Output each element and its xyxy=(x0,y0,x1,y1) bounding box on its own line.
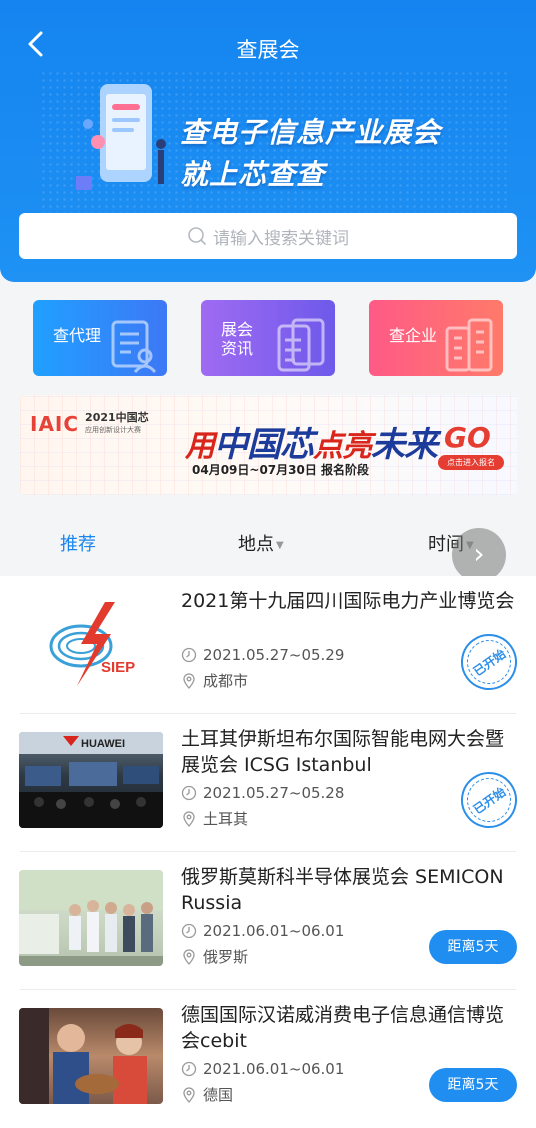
ad-signup-tag[interactable]: 点击进入报名 xyxy=(438,455,504,470)
event-thumbnail xyxy=(19,1008,163,1104)
location-pin-icon xyxy=(183,672,195,689)
event-date: 2021.06.01~06.01 xyxy=(181,922,344,940)
quick-news-label: 展会 资讯 xyxy=(221,320,254,358)
news-document-icon xyxy=(277,318,325,372)
clock-icon xyxy=(181,1061,197,1077)
status-badge: 已开始 xyxy=(450,623,528,701)
tab-recommend[interactable]: 推荐 xyxy=(60,530,96,556)
event-date: 2021.06.01~06.01 xyxy=(181,1060,344,1078)
building-icon xyxy=(445,318,493,372)
event-thumbnail xyxy=(19,870,163,966)
quick-agent-button[interactable]: 查代理 xyxy=(33,300,167,376)
banner-headline: 查电子信息产业展会 就上芯查查 xyxy=(180,116,442,191)
list-item[interactable]: 德国国际汉诺威消费电子信息通信博览会cebit 2021.06.01~06.01… xyxy=(0,990,536,1128)
iaic-logo-mark: IAIC xyxy=(30,412,80,436)
ad-go-text: GO xyxy=(444,421,491,454)
iaic-logo: IAIC 2021中国芯 应用创新设计大赛 xyxy=(30,411,149,437)
siep-logo-icon: SIEP xyxy=(49,602,135,686)
page-title: 查展会 xyxy=(236,38,300,62)
event-location: 土耳其 xyxy=(181,808,248,829)
countdown-badge: 距离5天 xyxy=(429,930,517,964)
document-user-icon xyxy=(111,320,157,374)
event-title[interactable]: 俄罗斯莫斯科半导体展览会 SEMICON Russia xyxy=(181,864,516,916)
header-banner: 查展会 查电子信息产业展会 就上芯查查 请输入搜索关键词 xyxy=(0,0,536,282)
quick-company-button[interactable]: 查企业 xyxy=(369,300,503,376)
people-photo xyxy=(19,1008,147,1104)
group-photo xyxy=(19,870,163,966)
clock-icon xyxy=(181,923,197,939)
event-date: 2021.05.27~05.28 xyxy=(181,784,344,802)
list-item[interactable]: 俄罗斯莫斯科半导体展览会 SEMICON Russia 2021.06.01~0… xyxy=(0,852,536,990)
quick-company-label: 查企业 xyxy=(389,326,438,345)
quick-links: 查代理 展会 资讯 查企业 xyxy=(33,300,503,376)
list-item[interactable]: SIEP 2021第十九届四川国际电力产业博览会 2021.05.27~05.2… xyxy=(0,576,536,714)
clock-icon xyxy=(181,647,197,663)
event-title[interactable]: 土耳其伊斯坦布尔国际智能电网大会暨展览会 ICSG Istanbul xyxy=(181,726,516,778)
event-date: 2021.05.27~05.29 xyxy=(181,646,344,664)
event-title[interactable]: 2021第十九届四川国际电力产业博览会 xyxy=(181,588,516,614)
event-location: 德国 xyxy=(181,1084,233,1105)
ad-slogan: 用中国芯点亮未来 xyxy=(185,425,438,465)
quick-agent-label: 查代理 xyxy=(53,326,102,345)
ad-date: 04月09日~07月30日 报名阶段 xyxy=(192,463,370,477)
countdown-badge: 距离5天 xyxy=(429,1068,517,1102)
list-item[interactable]: HUAWEI 土耳其伊斯坦布尔国际智能电网大会暨展览会 ICSG Istanbu… xyxy=(0,714,536,852)
iaic-logo-text: 2021中国芯 应用创新设计大赛 xyxy=(85,411,149,434)
quick-news-button[interactable]: 展会 资讯 xyxy=(201,300,335,376)
phone-illustration-icon xyxy=(76,84,166,190)
caret-down-icon: ▼ xyxy=(276,539,284,551)
tab-location[interactable]: 地点 ▼ xyxy=(238,530,284,556)
event-title[interactable]: 德国国际汉诺威消费电子信息通信博览会cebit xyxy=(181,1002,516,1054)
search-icon xyxy=(188,227,206,245)
location-pin-icon xyxy=(183,810,195,827)
search-placeholder: 请输入搜索关键词 xyxy=(213,228,349,249)
expo-hall-photo: HUAWEI xyxy=(19,732,163,828)
location-pin-icon xyxy=(183,1086,195,1103)
contest-ad-banner[interactable]: IAIC 2021中国芯 应用创新设计大赛 用中国芯点亮未来 04月09日~07… xyxy=(20,395,517,495)
event-thumbnail: HUAWEI xyxy=(19,732,163,828)
event-location: 成都市 xyxy=(181,670,248,691)
search-input[interactable]: 请输入搜索关键词 xyxy=(19,213,517,259)
event-location: 俄罗斯 xyxy=(181,946,248,967)
location-pin-icon xyxy=(183,948,195,965)
chevron-right-icon[interactable]: › xyxy=(452,528,506,582)
siep-text: SIEP xyxy=(101,659,135,676)
clock-icon xyxy=(181,785,197,801)
huawei-sign: HUAWEI xyxy=(81,738,125,750)
event-thumbnail: SIEP xyxy=(19,594,163,690)
